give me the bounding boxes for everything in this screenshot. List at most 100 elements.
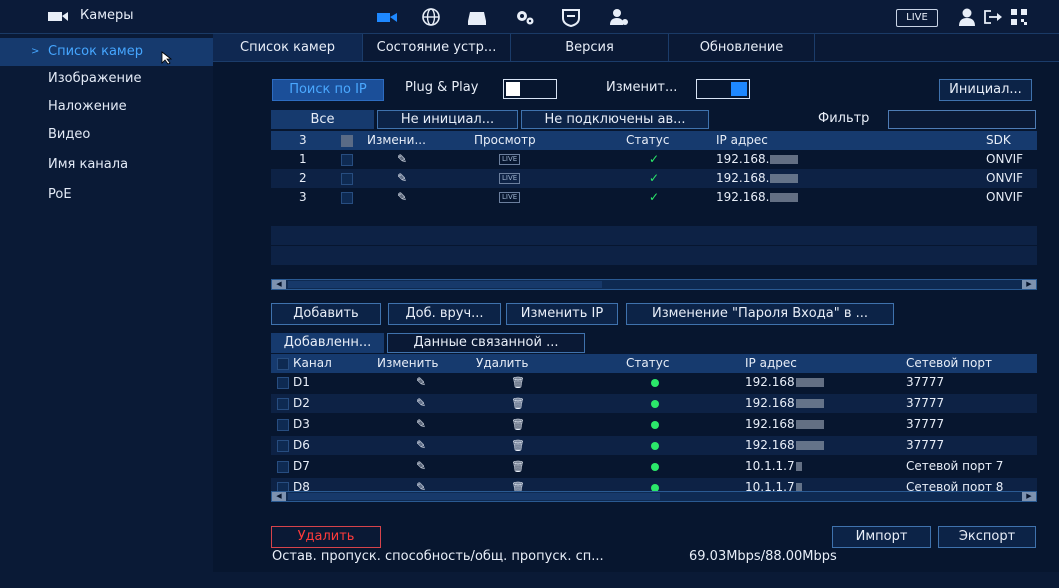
row-checkbox[interactable] [277, 440, 289, 452]
modify-toggle[interactable] [696, 79, 750, 99]
col-preview: Просмотр [474, 133, 536, 147]
filter-tab-all[interactable]: Все [271, 110, 374, 129]
table-header: Канал Изменить Удалить Статус IP адрес С… [271, 354, 1037, 373]
qr-icon[interactable] [1010, 8, 1028, 26]
row-checkbox[interactable] [277, 419, 289, 431]
export-button[interactable]: Экспорт [938, 526, 1036, 548]
select-all-checkbox[interactable] [277, 358, 289, 370]
logout-icon[interactable] [982, 7, 1004, 27]
row-checkbox[interactable] [341, 173, 353, 185]
tab-camera-list[interactable]: Список камер [213, 34, 363, 61]
select-all-checkbox[interactable] [341, 135, 353, 147]
change-ip-button[interactable]: Изменить IP [506, 303, 618, 325]
ip-address: 192.168. [716, 169, 799, 188]
ip-text: 10.1.1.7 [745, 459, 795, 473]
filter-tab-not-connected[interactable]: Не подключены ав... [521, 110, 709, 129]
status-dot-icon [651, 399, 659, 408]
plug-play-label: Plug & Play [405, 80, 479, 95]
tab-added-devices[interactable]: Добавленн... [271, 333, 384, 353]
col-count: 3 [299, 133, 307, 147]
edit-icon[interactable]: ✎ [397, 188, 407, 207]
table-row[interactable]: D2 ✎ 🗑 192.168 37777 [271, 394, 1037, 413]
sidebar-item-image[interactable]: Изображение [0, 65, 213, 93]
table-row[interactable]: D1 ✎ 🗑 192.168 37777 [271, 373, 1037, 392]
sidebar-item-overlay[interactable]: Наложение [0, 93, 213, 121]
table-row[interactable]: 2 ✎ LIVE ✓ 192.168. ONVIF [271, 169, 1037, 188]
delete-icon[interactable]: 🗑 [511, 373, 525, 392]
search-ip-button[interactable]: Поиск по IP [272, 79, 384, 101]
ip-text: 192.168. [716, 171, 770, 185]
scroll-right-icon[interactable]: ▶ [1022, 492, 1036, 501]
storage-icon[interactable] [466, 7, 488, 27]
redacted-ip [770, 193, 799, 202]
change-password-button[interactable]: Изменение "Пароля Входа" в ... [626, 303, 894, 325]
delete-icon[interactable]: 🗑 [511, 457, 525, 476]
scroll-left-icon[interactable]: ◀ [272, 492, 286, 501]
row-checkbox[interactable] [277, 377, 289, 389]
edit-icon[interactable]: ✎ [416, 373, 426, 392]
tab-device-status[interactable]: Состояние устр... [363, 34, 511, 61]
row-checkbox[interactable] [277, 398, 289, 410]
toggle-knob [506, 82, 520, 96]
chevron-right-icon: > [31, 46, 40, 57]
live-preview-icon[interactable]: LIVE [499, 188, 521, 207]
window-title: Камеры [80, 8, 134, 23]
system-icon[interactable] [514, 7, 536, 27]
status-dot-icon [651, 462, 659, 471]
scroll-thumb[interactable] [288, 281, 602, 288]
scroll-left-icon[interactable]: ◀ [272, 280, 286, 289]
add-button[interactable]: Добавить [271, 303, 381, 325]
delete-icon[interactable]: 🗑 [511, 415, 525, 434]
row-checkbox[interactable] [341, 154, 353, 166]
edit-icon[interactable]: ✎ [397, 150, 407, 169]
tab-version[interactable]: Версия [511, 34, 669, 61]
delete-icon[interactable]: 🗑 [511, 394, 525, 413]
filter-tab-uninitialized[interactable]: Не инициал... [377, 110, 518, 129]
sidebar-item-poe[interactable]: PoE [0, 181, 213, 209]
bandwidth-value: 69.03Mbps/88.00Mbps [689, 549, 837, 564]
camera-icon[interactable] [376, 7, 398, 27]
sidebar-item-label: Изображение [48, 71, 142, 86]
horizontal-scrollbar[interactable]: ◀ ▶ [271, 491, 1037, 502]
tab-update[interactable]: Обновление [669, 34, 815, 61]
initialize-button[interactable]: Инициал... [939, 79, 1032, 101]
sidebar-item-channel-name[interactable]: Имя канала [0, 151, 213, 179]
sidebar-item-camera-list[interactable]: > Список камер [0, 38, 213, 66]
filter-input[interactable] [888, 110, 1036, 129]
footer-strip [213, 572, 1059, 588]
edit-icon[interactable]: ✎ [416, 457, 426, 476]
scroll-thumb[interactable] [288, 493, 660, 500]
tab-linked-data[interactable]: Данные связанной ... [387, 333, 585, 353]
delete-button[interactable]: Удалить [271, 526, 381, 548]
table-row[interactable]: D3 ✎ 🗑 192.168 37777 [271, 415, 1037, 434]
row-checkbox[interactable] [277, 461, 289, 473]
live-preview-icon[interactable]: LIVE [499, 169, 521, 188]
ip-text: 192.168. [716, 190, 770, 204]
live-button[interactable]: LIVE [896, 9, 938, 27]
col-edit: Изменить [377, 356, 439, 370]
table-row[interactable]: D6 ✎ 🗑 192.168 37777 [271, 436, 1037, 455]
plug-play-toggle[interactable] [503, 79, 557, 99]
table-row[interactable]: D7 ✎ 🗑 10.1.1.7 Сетевой порт 7 [271, 457, 1037, 476]
row-checkbox[interactable] [341, 192, 353, 204]
live-preview-icon[interactable]: LIVE [499, 150, 521, 169]
edit-icon[interactable]: ✎ [416, 394, 426, 413]
user-icon[interactable] [958, 7, 976, 27]
edit-icon[interactable]: ✎ [416, 436, 426, 455]
network-icon[interactable] [420, 7, 442, 27]
table-row[interactable]: 1 ✎ LIVE ✓ 192.168. ONVIF [271, 150, 1037, 169]
import-button[interactable]: Импорт [832, 526, 931, 548]
table-row[interactable]: 3 ✎ LIVE ✓ 192.168. ONVIF [271, 188, 1037, 207]
status-online-icon [651, 415, 659, 434]
sidebar-item-video[interactable]: Видео [0, 121, 213, 149]
added-devices-table: Канал Изменить Удалить Статус IP адрес С… [271, 354, 1037, 497]
add-manual-button[interactable]: Доб. вруч... [388, 303, 501, 325]
security-icon[interactable] [560, 7, 582, 28]
scroll-right-icon[interactable]: ▶ [1022, 280, 1036, 289]
edit-icon[interactable]: ✎ [416, 415, 426, 434]
account-icon[interactable] [608, 7, 630, 27]
horizontal-scrollbar[interactable]: ◀ ▶ [271, 279, 1037, 290]
live-badge: LIVE [499, 173, 521, 184]
edit-icon[interactable]: ✎ [397, 169, 407, 188]
delete-icon[interactable]: 🗑 [511, 436, 525, 455]
